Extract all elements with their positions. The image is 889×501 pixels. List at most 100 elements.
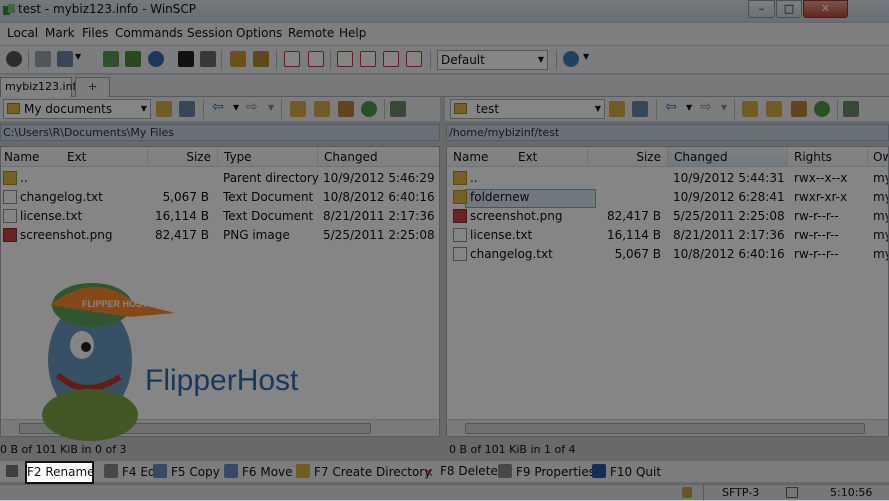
menu-session[interactable]: Session bbox=[187, 26, 233, 40]
synchronize-browsing-icon[interactable] bbox=[125, 51, 141, 67]
chevron-down-icon[interactable]: ▼ bbox=[233, 103, 239, 112]
chevron-down-icon[interactable]: ▼ bbox=[75, 52, 81, 61]
open-directory-icon[interactable] bbox=[609, 101, 625, 117]
menu-mark[interactable]: Mark bbox=[45, 26, 75, 40]
back-arrow-icon[interactable]: ⇦ bbox=[212, 99, 224, 115]
remote-location-select[interactable]: test ▼ bbox=[450, 99, 605, 119]
parent-directory-icon[interactable] bbox=[290, 101, 306, 117]
file-rights: rw-r--r-- bbox=[794, 228, 839, 242]
menu-remote[interactable]: Remote bbox=[288, 26, 334, 40]
refresh-icon[interactable] bbox=[361, 101, 377, 117]
tab-session[interactable]: mybiz123.info bbox=[0, 77, 83, 97]
f2-rename-button[interactable]: F2 Rename bbox=[25, 461, 95, 484]
filter-mask-icon[interactable] bbox=[632, 101, 648, 117]
maximize-button[interactable]: □ bbox=[776, 0, 802, 18]
session-window-icon bbox=[786, 487, 798, 498]
file-owner: my bbox=[873, 209, 888, 223]
local-path-bar[interactable]: C:\Users\R\Documents\My Files bbox=[0, 124, 440, 141]
globe-icon[interactable] bbox=[563, 51, 579, 67]
toolbar-separator bbox=[430, 50, 431, 70]
back-arrow-icon[interactable]: ⇦ bbox=[665, 99, 677, 115]
unselect-files-icon[interactable] bbox=[308, 51, 324, 67]
column-name-header[interactable]: Name Ext bbox=[447, 147, 587, 167]
refresh-icon[interactable] bbox=[148, 51, 164, 67]
f6-move-button[interactable]: F6 Move bbox=[224, 464, 293, 479]
chevron-down-icon: ▼ bbox=[140, 104, 147, 113]
f10-quit-button[interactable]: F10 Quit bbox=[592, 464, 661, 479]
synchronize-icon[interactable] bbox=[103, 51, 119, 67]
f7-create-directory-button[interactable]: F7 Create Directory bbox=[296, 464, 431, 479]
chevron-down-icon[interactable]: ▼ bbox=[268, 103, 274, 112]
lock-icon bbox=[682, 487, 692, 498]
scrollbar-thumb[interactable] bbox=[465, 423, 865, 434]
preferences-gear-icon[interactable] bbox=[6, 51, 22, 67]
text-file-icon bbox=[453, 228, 467, 242]
putty-icon[interactable] bbox=[200, 51, 216, 67]
column-size-header[interactable]: Size bbox=[587, 147, 667, 167]
f9-properties-button[interactable]: F9 Properties bbox=[498, 464, 595, 479]
column-name-header[interactable]: Name Ext bbox=[1, 147, 147, 167]
file-name[interactable]: foldernew bbox=[470, 188, 529, 206]
remote-horizontal-scrollbar[interactable] bbox=[447, 419, 888, 436]
quit-icon bbox=[592, 464, 606, 478]
chevron-down-icon[interactable]: ▼ bbox=[583, 52, 589, 61]
column-changed-header[interactable]: Changed bbox=[667, 147, 787, 167]
transfer-settings-select[interactable]: Default ▼ bbox=[437, 50, 548, 70]
queue-icon[interactable] bbox=[230, 51, 246, 67]
move-icon bbox=[224, 464, 238, 478]
select-files-icon[interactable] bbox=[284, 51, 300, 67]
forward-arrow-icon[interactable]: ⇨ bbox=[700, 99, 712, 115]
close-button[interactable]: ✕ bbox=[803, 0, 848, 18]
find-files-icon[interactable] bbox=[253, 51, 269, 67]
column-rights-header[interactable]: Rights bbox=[787, 147, 867, 167]
menu-help[interactable]: Help bbox=[339, 26, 366, 40]
chevron-down-icon[interactable]: ▼ bbox=[721, 103, 727, 112]
parent-directory-icon[interactable] bbox=[742, 101, 758, 117]
column-size-header[interactable]: Size bbox=[147, 147, 217, 167]
text-file-icon bbox=[3, 190, 17, 204]
file-type: PNG image bbox=[223, 228, 290, 242]
remote-file-list[interactable]: NameExt Size Changed Rights Ow .. 10/9/2… bbox=[446, 146, 889, 437]
f5-copy-button[interactable]: F5 Copy bbox=[153, 464, 220, 479]
filter-icon[interactable] bbox=[337, 51, 353, 67]
tree-view-icon[interactable] bbox=[843, 101, 859, 117]
properties-icon bbox=[498, 464, 512, 478]
filter-mask-icon[interactable] bbox=[179, 101, 195, 117]
flipperhost-watermark: FLIPPER HOST FlipperHost bbox=[10, 265, 310, 450]
hidden-files-icon[interactable] bbox=[383, 51, 399, 67]
column-type-header[interactable]: Type bbox=[217, 147, 317, 167]
tree-view-icon[interactable] bbox=[390, 101, 406, 117]
show-all-icon[interactable] bbox=[406, 51, 422, 67]
file-size: 5,067 B bbox=[614, 247, 661, 261]
new-tab-button[interactable]: + bbox=[75, 77, 110, 97]
menu-options[interactable]: Options bbox=[236, 26, 282, 40]
status-divider bbox=[703, 485, 704, 501]
root-directory-icon[interactable] bbox=[314, 101, 330, 117]
forward-arrow-icon[interactable]: ⇨ bbox=[246, 99, 258, 115]
home-icon[interactable] bbox=[338, 101, 354, 117]
f8-delete-button[interactable]: ✕ F8 Delete bbox=[422, 464, 498, 480]
file-owner: my bbox=[873, 247, 888, 261]
open-directory-icon[interactable] bbox=[156, 101, 172, 117]
toolbar-separator bbox=[837, 99, 838, 119]
keep-up-to-date-icon[interactable] bbox=[57, 51, 73, 67]
column-ext-header[interactable]: Ext bbox=[67, 147, 86, 167]
compare-directories-icon[interactable] bbox=[35, 51, 51, 67]
home-icon[interactable] bbox=[791, 101, 807, 117]
text-file-icon bbox=[3, 209, 17, 223]
sort-icon[interactable] bbox=[360, 51, 376, 67]
menu-files[interactable]: Files bbox=[82, 26, 108, 40]
menu-commands[interactable]: Commands bbox=[115, 26, 183, 40]
minimize-button[interactable]: – bbox=[748, 0, 775, 18]
chevron-down-icon[interactable]: ▼ bbox=[686, 103, 692, 112]
file-name: screenshot.png bbox=[20, 228, 113, 242]
open-terminal-icon[interactable] bbox=[178, 51, 194, 67]
column-owner-header[interactable]: Ow bbox=[867, 147, 888, 167]
remote-path-bar[interactable]: /home/mybizinf/test bbox=[446, 124, 889, 141]
root-directory-icon[interactable] bbox=[766, 101, 782, 117]
refresh-icon[interactable] bbox=[814, 101, 830, 117]
menu-local[interactable]: Local bbox=[7, 26, 38, 40]
local-location-select[interactable]: My documents ▼ bbox=[3, 99, 151, 119]
column-changed-header[interactable]: Changed bbox=[317, 147, 439, 167]
column-ext-header[interactable]: Ext bbox=[518, 147, 537, 167]
